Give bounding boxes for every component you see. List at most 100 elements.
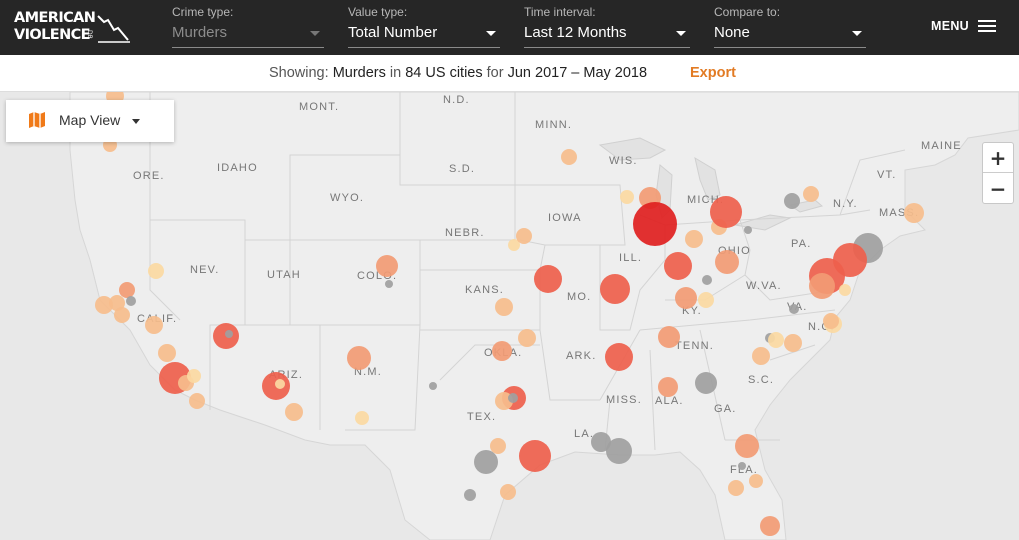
city-marker[interactable] bbox=[823, 313, 839, 329]
city-marker[interactable] bbox=[784, 334, 802, 352]
city-marker[interactable] bbox=[803, 186, 819, 202]
city-marker[interactable] bbox=[114, 307, 130, 323]
state-label: IDAHO bbox=[217, 162, 258, 174]
city-marker[interactable] bbox=[500, 484, 516, 500]
city-marker[interactable] bbox=[702, 275, 712, 285]
state-label: MONT. bbox=[299, 101, 339, 113]
city-marker[interactable] bbox=[658, 326, 680, 348]
city-marker[interactable] bbox=[492, 341, 512, 361]
compare-to-select[interactable]: Compare to: None bbox=[714, 5, 866, 48]
city-marker[interactable] bbox=[508, 393, 518, 403]
logo-graph-icon bbox=[97, 15, 130, 43]
state-label: MISS. bbox=[606, 394, 642, 406]
crime-type-select[interactable]: Crime type: Murders bbox=[172, 5, 324, 48]
summary-bar: Showing: Murders in 84 US cities for Jun… bbox=[0, 55, 1019, 92]
city-marker[interactable] bbox=[744, 226, 752, 234]
city-marker[interactable] bbox=[698, 292, 714, 308]
city-marker[interactable] bbox=[561, 149, 577, 165]
city-marker[interactable] bbox=[768, 332, 784, 348]
zoom-out-button[interactable]: − bbox=[983, 174, 1013, 204]
city-marker[interactable] bbox=[715, 250, 739, 274]
city-marker[interactable] bbox=[464, 489, 476, 501]
city-marker[interactable] bbox=[675, 287, 697, 309]
time-interval-value: Last 12 Months bbox=[524, 24, 627, 41]
crime-type-label: Crime type: bbox=[172, 5, 234, 19]
city-marker[interactable] bbox=[355, 411, 369, 425]
city-marker[interactable] bbox=[495, 298, 513, 316]
state-label: ILL. bbox=[619, 252, 642, 264]
city-marker[interactable] bbox=[347, 346, 371, 370]
state-label: PA. bbox=[791, 238, 812, 250]
state-label: N.Y. bbox=[833, 198, 858, 210]
city-marker[interactable] bbox=[95, 296, 113, 314]
state-label: IOWA bbox=[548, 212, 582, 224]
summary-in: in bbox=[389, 65, 402, 81]
city-marker[interactable] bbox=[658, 377, 678, 397]
city-marker[interactable] bbox=[789, 304, 799, 314]
time-interval-label: Time interval: bbox=[524, 5, 596, 19]
city-marker[interactable] bbox=[710, 196, 742, 228]
city-marker[interactable] bbox=[187, 369, 201, 383]
select-underline bbox=[714, 47, 866, 48]
zoom-in-button[interactable]: + bbox=[983, 143, 1013, 173]
city-marker[interactable] bbox=[735, 434, 759, 458]
export-link[interactable]: Export bbox=[690, 65, 736, 81]
city-marker[interactable] bbox=[809, 273, 835, 299]
compare-to-label: Compare to: bbox=[714, 5, 781, 19]
city-marker[interactable] bbox=[685, 230, 703, 248]
city-marker[interactable] bbox=[839, 284, 851, 296]
american-violence-logo[interactable]: AMERICAN VIOLENCE DB bbox=[14, 8, 134, 48]
crime-type-value: Murders bbox=[172, 24, 228, 41]
city-marker[interactable] bbox=[516, 228, 532, 244]
city-marker[interactable] bbox=[633, 202, 677, 246]
city-marker[interactable] bbox=[760, 516, 780, 536]
state-label: ORE. bbox=[133, 170, 165, 182]
city-marker[interactable] bbox=[518, 329, 536, 347]
city-marker[interactable] bbox=[749, 474, 763, 488]
state-label: TENN. bbox=[675, 340, 714, 352]
city-marker[interactable] bbox=[474, 450, 498, 474]
city-marker[interactable] bbox=[606, 438, 632, 464]
city-marker[interactable] bbox=[385, 280, 393, 288]
city-marker[interactable] bbox=[275, 379, 285, 389]
city-marker[interactable] bbox=[189, 393, 205, 409]
summary-text: Showing: Murders in 84 US cities for Jun… bbox=[269, 65, 647, 81]
city-marker[interactable] bbox=[664, 252, 692, 280]
city-marker[interactable] bbox=[126, 296, 136, 306]
city-marker[interactable] bbox=[490, 438, 506, 454]
city-marker[interactable] bbox=[695, 372, 717, 394]
city-marker[interactable] bbox=[429, 382, 437, 390]
menu-button[interactable]: MENU bbox=[931, 17, 997, 35]
map-view-dropdown[interactable]: Map View bbox=[6, 100, 174, 142]
city-marker[interactable] bbox=[148, 263, 164, 279]
map-area[interactable]: MONT. N.D. MINN. MAINE ORE. IDAHO S.D. WIS. MICH… bbox=[0, 92, 1019, 540]
city-marker[interactable] bbox=[728, 480, 744, 496]
city-marker[interactable] bbox=[738, 462, 746, 470]
city-marker[interactable] bbox=[119, 282, 135, 298]
chevron-down-icon bbox=[852, 31, 862, 36]
city-marker[interactable] bbox=[145, 316, 163, 334]
city-marker[interactable] bbox=[376, 255, 398, 277]
state-label: WIS. bbox=[609, 155, 638, 167]
city-marker[interactable] bbox=[519, 440, 551, 472]
menu-label: MENU bbox=[931, 19, 970, 33]
select-underline bbox=[172, 47, 324, 48]
state-label: VT. bbox=[877, 169, 897, 181]
chevron-down-icon bbox=[310, 31, 320, 36]
state-label: N.D. bbox=[443, 94, 470, 106]
city-marker[interactable] bbox=[225, 330, 233, 338]
city-marker[interactable] bbox=[285, 403, 303, 421]
time-interval-select[interactable]: Time interval: Last 12 Months bbox=[524, 5, 690, 48]
select-underline bbox=[348, 47, 500, 48]
city-marker[interactable] bbox=[752, 347, 770, 365]
city-marker[interactable] bbox=[904, 203, 924, 223]
city-marker[interactable] bbox=[158, 344, 176, 362]
state-label: NEBR. bbox=[445, 227, 485, 239]
city-marker[interactable] bbox=[784, 193, 800, 209]
city-marker[interactable] bbox=[605, 343, 633, 371]
city-marker[interactable] bbox=[534, 265, 562, 293]
city-marker[interactable] bbox=[600, 274, 630, 304]
us-map[interactable]: MONT.N.D.MINN.MAINEORE.IDAHO S.D.WIS.MICH… bbox=[0, 92, 1019, 540]
value-type-select[interactable]: Value type: Total Number bbox=[348, 5, 500, 48]
city-marker[interactable] bbox=[620, 190, 634, 204]
